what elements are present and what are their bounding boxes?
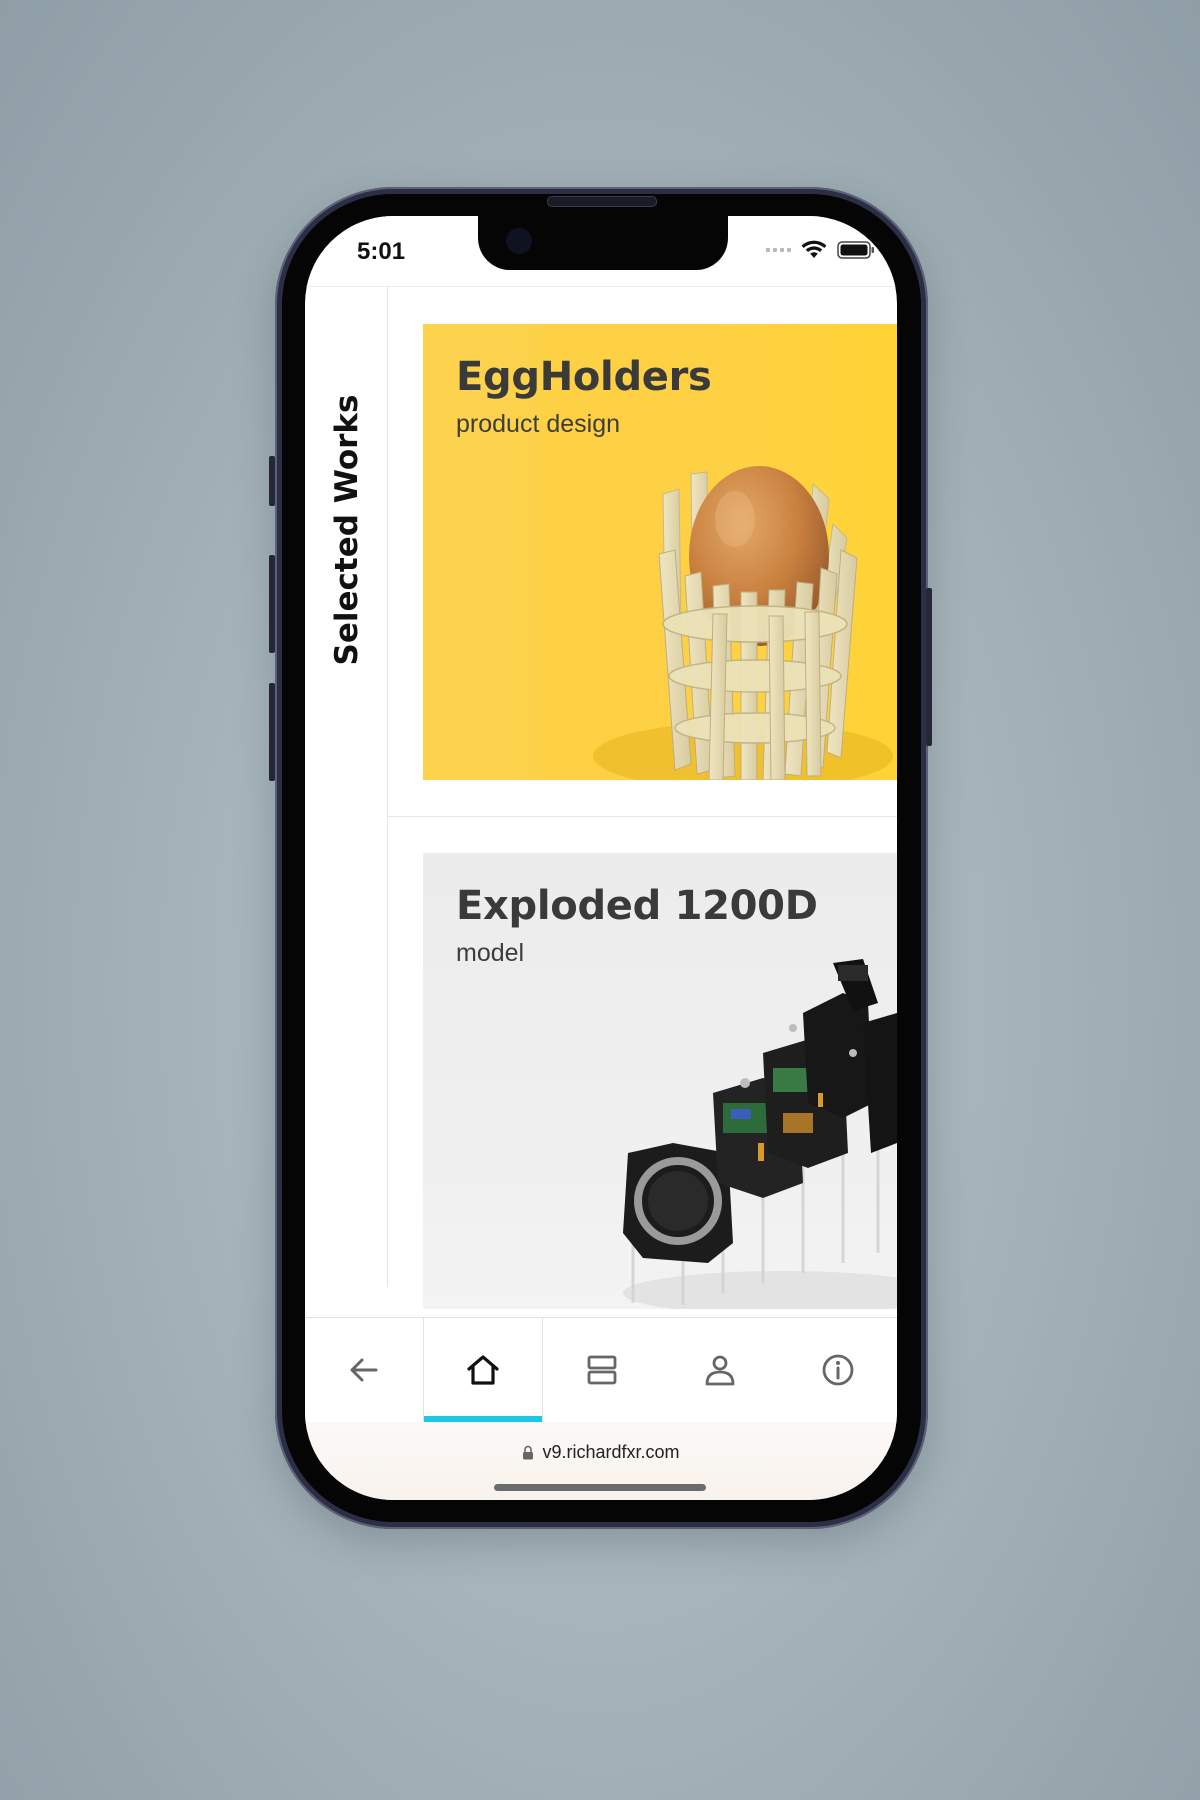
volume-up-button (269, 555, 275, 653)
tab-about[interactable] (661, 1318, 779, 1422)
home-icon (467, 1355, 499, 1385)
section-title: Selected Works (329, 394, 365, 666)
front-camera (506, 228, 532, 254)
volume-down-button (269, 683, 275, 781)
work-subtitle: model (456, 939, 525, 967)
tab-back[interactable] (305, 1318, 423, 1422)
tab-works[interactable] (543, 1318, 661, 1422)
work-title: EggHolders (456, 354, 712, 400)
work-subtitle: product design (456, 410, 621, 438)
tab-bar (305, 1317, 897, 1423)
power-button (926, 588, 932, 746)
tab-info[interactable] (779, 1318, 897, 1422)
arrow-left-icon (350, 1358, 378, 1382)
card-divider (388, 816, 897, 817)
status-icons (766, 240, 875, 260)
wifi-icon (801, 240, 827, 258)
home-indicator[interactable] (494, 1484, 706, 1491)
user-icon (705, 1355, 735, 1386)
url-display[interactable]: v9.richardfxr.com (305, 1442, 897, 1463)
url-text: v9.richardfxr.com (542, 1442, 680, 1462)
earpiece-speaker (547, 196, 657, 207)
status-time: 5:01 (357, 238, 406, 265)
info-icon (822, 1354, 854, 1386)
notch (478, 216, 728, 270)
work-card-eggholders[interactable]: EggHolders product design (423, 324, 897, 780)
mute-switch (269, 456, 275, 506)
layout-rows-icon (587, 1355, 617, 1385)
work-title: Exploded 1200D (456, 883, 818, 929)
signal-dots-icon (766, 248, 791, 252)
work-card-exploded-1200d[interactable]: Exploded 1200D model (423, 853, 897, 1309)
lock-icon (523, 1445, 534, 1460)
side-rail: Selected Works (305, 287, 388, 1287)
section-title-container: Selected Works (315, 394, 379, 666)
phone-screen: 5:01 Selected Works EggHolders product d… (305, 216, 897, 1500)
tab-home[interactable] (423, 1318, 543, 1422)
battery-icon (837, 241, 874, 259)
